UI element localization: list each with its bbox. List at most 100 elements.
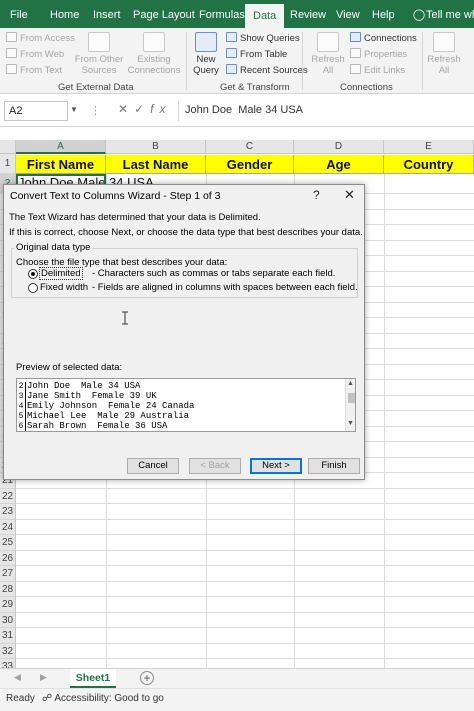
refresh-all-button-2[interactable]: Refresh All <box>424 32 464 76</box>
header-cell-gender[interactable]: Gender <box>206 155 294 174</box>
tab-formulas[interactable]: Formulas <box>199 0 245 28</box>
column-header-c[interactable]: C <box>206 140 294 154</box>
sheet-tab-sheet1[interactable]: Sheet1 <box>70 669 116 688</box>
properties-button[interactable]: Properties <box>350 48 407 60</box>
row-header[interactable]: 29 <box>0 597 16 613</box>
preview-row-text: Sarah Brown Female 36 USA <box>27 421 168 431</box>
ribbon-tab-bar: File Home Insert Page Layout Formulas Da… <box>0 0 474 28</box>
from-access-button[interactable]: From Access <box>6 32 75 44</box>
column-header-e[interactable]: E <box>384 140 474 154</box>
enter-icon[interactable]: ✓ <box>134 102 150 116</box>
tab-page-layout[interactable]: Page Layout <box>133 0 195 28</box>
row-header[interactable]: 30 <box>0 612 16 628</box>
from-table-label: From Table <box>240 49 288 60</box>
column-header-a[interactable]: A <box>16 140 106 154</box>
new-query-icon <box>195 32 217 52</box>
row-header[interactable]: 25 <box>0 535 16 551</box>
header-cell-first-name[interactable]: First Name <box>16 155 106 174</box>
from-other-sources-button[interactable]: From Other Sources <box>72 32 126 76</box>
column-header-d[interactable]: D <box>294 140 384 154</box>
chevron-down-icon[interactable]: ▼ <box>70 105 78 114</box>
show-queries-button[interactable]: Show Queries <box>226 32 300 44</box>
row-header[interactable]: 1 <box>0 154 16 174</box>
cancel-button[interactable]: Cancel <box>127 458 179 474</box>
back-button[interactable]: < Back <box>189 458 241 474</box>
accessibility-status[interactable]: ☍ Accessibility: Good to go <box>42 693 164 704</box>
row-header[interactable]: 27 <box>0 566 16 582</box>
from-text-button[interactable]: From Text <box>6 64 62 76</box>
tab-help[interactable]: Help <box>372 0 395 28</box>
row-header[interactable]: 28 <box>0 581 16 597</box>
tab-review[interactable]: Review <box>290 0 326 28</box>
recent-sources-label: Recent Sources <box>240 65 308 76</box>
connections-icon <box>350 32 361 42</box>
scroll-left-icon[interactable]: ◀ <box>14 672 21 683</box>
refresh-all-button[interactable]: Refresh All <box>306 32 350 76</box>
existing-connections-button[interactable]: Existing Connections <box>126 32 182 76</box>
delimited-label[interactable]: Delimited <box>39 267 83 280</box>
from-text-label: From Text <box>20 65 63 76</box>
scroll-right-icon[interactable]: ▶ <box>40 672 47 683</box>
preview-row-number: 6 <box>17 422 26 431</box>
row-header[interactable]: 31 <box>0 628 16 644</box>
ribbon-separator <box>186 32 187 90</box>
from-web-button[interactable]: From Web <box>6 48 64 60</box>
preview-scrollbar[interactable]: ▲ ▼ <box>345 379 355 431</box>
access-icon <box>6 32 17 42</box>
row-header[interactable]: 33 <box>0 659 16 668</box>
from-table-button[interactable]: From Table <box>226 48 287 60</box>
add-sheet-button[interactable]: + <box>140 671 154 685</box>
row-header[interactable]: 24 <box>0 519 16 535</box>
row-header[interactable]: 22 <box>0 488 16 504</box>
finish-button[interactable]: Finish <box>308 458 360 474</box>
connections-label: Connections <box>364 33 417 44</box>
help-icon[interactable]: ? <box>313 188 320 202</box>
next-button[interactable]: Next > <box>250 458 302 474</box>
accessibility-label: Accessibility: Good to go <box>54 693 164 704</box>
header-cell-country[interactable]: Country <box>384 155 474 174</box>
new-query-button[interactable]: New Query <box>190 32 222 76</box>
row-header[interactable]: 23 <box>0 504 16 520</box>
select-all-corner[interactable] <box>0 140 16 154</box>
tab-data[interactable]: Data <box>245 4 285 28</box>
delimited-radio[interactable] <box>28 269 38 279</box>
fixed-width-label[interactable]: Fixed width <box>40 282 88 293</box>
edit-links-button[interactable]: Edit Links <box>350 64 405 76</box>
ribbon-separator <box>302 32 303 90</box>
tab-insert[interactable]: Insert <box>93 0 121 28</box>
existing-connections-icon <box>143 32 165 52</box>
refresh-all-label: Refresh All <box>427 54 461 76</box>
recent-sources-button[interactable]: Recent Sources <box>226 64 308 76</box>
cancel-icon[interactable]: ✕ <box>118 102 134 116</box>
tab-home[interactable]: Home <box>50 0 79 28</box>
column-header-b[interactable]: B <box>106 140 206 154</box>
header-cell-age[interactable]: Age <box>294 155 384 174</box>
status-bar: Ready ☍ Accessibility: Good to go <box>0 688 474 711</box>
row-gridline <box>16 596 474 597</box>
row-header[interactable]: 26 <box>0 550 16 566</box>
name-box[interactable]: A2 <box>4 101 68 121</box>
formula-bar: A2 ▼ ⋮ ✕✓fx John Doe Male 34 USA <box>0 95 474 127</box>
connections-button[interactable]: Connections <box>350 32 417 44</box>
chevron-down-icon[interactable]: ▼ <box>347 420 354 427</box>
preview-row-text: Jane Smith Female 39 UK <box>27 391 157 401</box>
chevron-up-icon[interactable]: ▲ <box>347 380 354 387</box>
tell-me-box[interactable]: ◯Tell me wh <box>412 0 474 28</box>
row-gridline <box>16 627 474 628</box>
show-queries-icon <box>226 32 237 42</box>
close-icon[interactable]: ✕ <box>344 187 355 203</box>
fixed-width-radio[interactable] <box>28 283 38 293</box>
row-header[interactable]: 32 <box>0 643 16 659</box>
scrollbar-thumb[interactable] <box>348 393 355 403</box>
fixed-width-description: - Fields are aligned in columns with spa… <box>92 282 358 293</box>
existing-connections-label: Existing Connections <box>127 54 181 76</box>
formula-input[interactable]: John Doe Male 34 USA <box>178 101 303 121</box>
preview-box[interactable]: 2 John Doe Male 34 USA 3 Jane Smith Female… <box>16 378 356 432</box>
header-cell-last-name[interactable]: Last Name <box>106 155 206 174</box>
tab-view[interactable]: View <box>336 0 360 28</box>
row-gridline <box>16 658 474 659</box>
tab-file[interactable]: File <box>10 0 28 28</box>
properties-label: Properties <box>364 49 408 60</box>
insert-function-icon[interactable]: fx <box>150 102 171 116</box>
new-query-label: New Query <box>193 54 219 76</box>
